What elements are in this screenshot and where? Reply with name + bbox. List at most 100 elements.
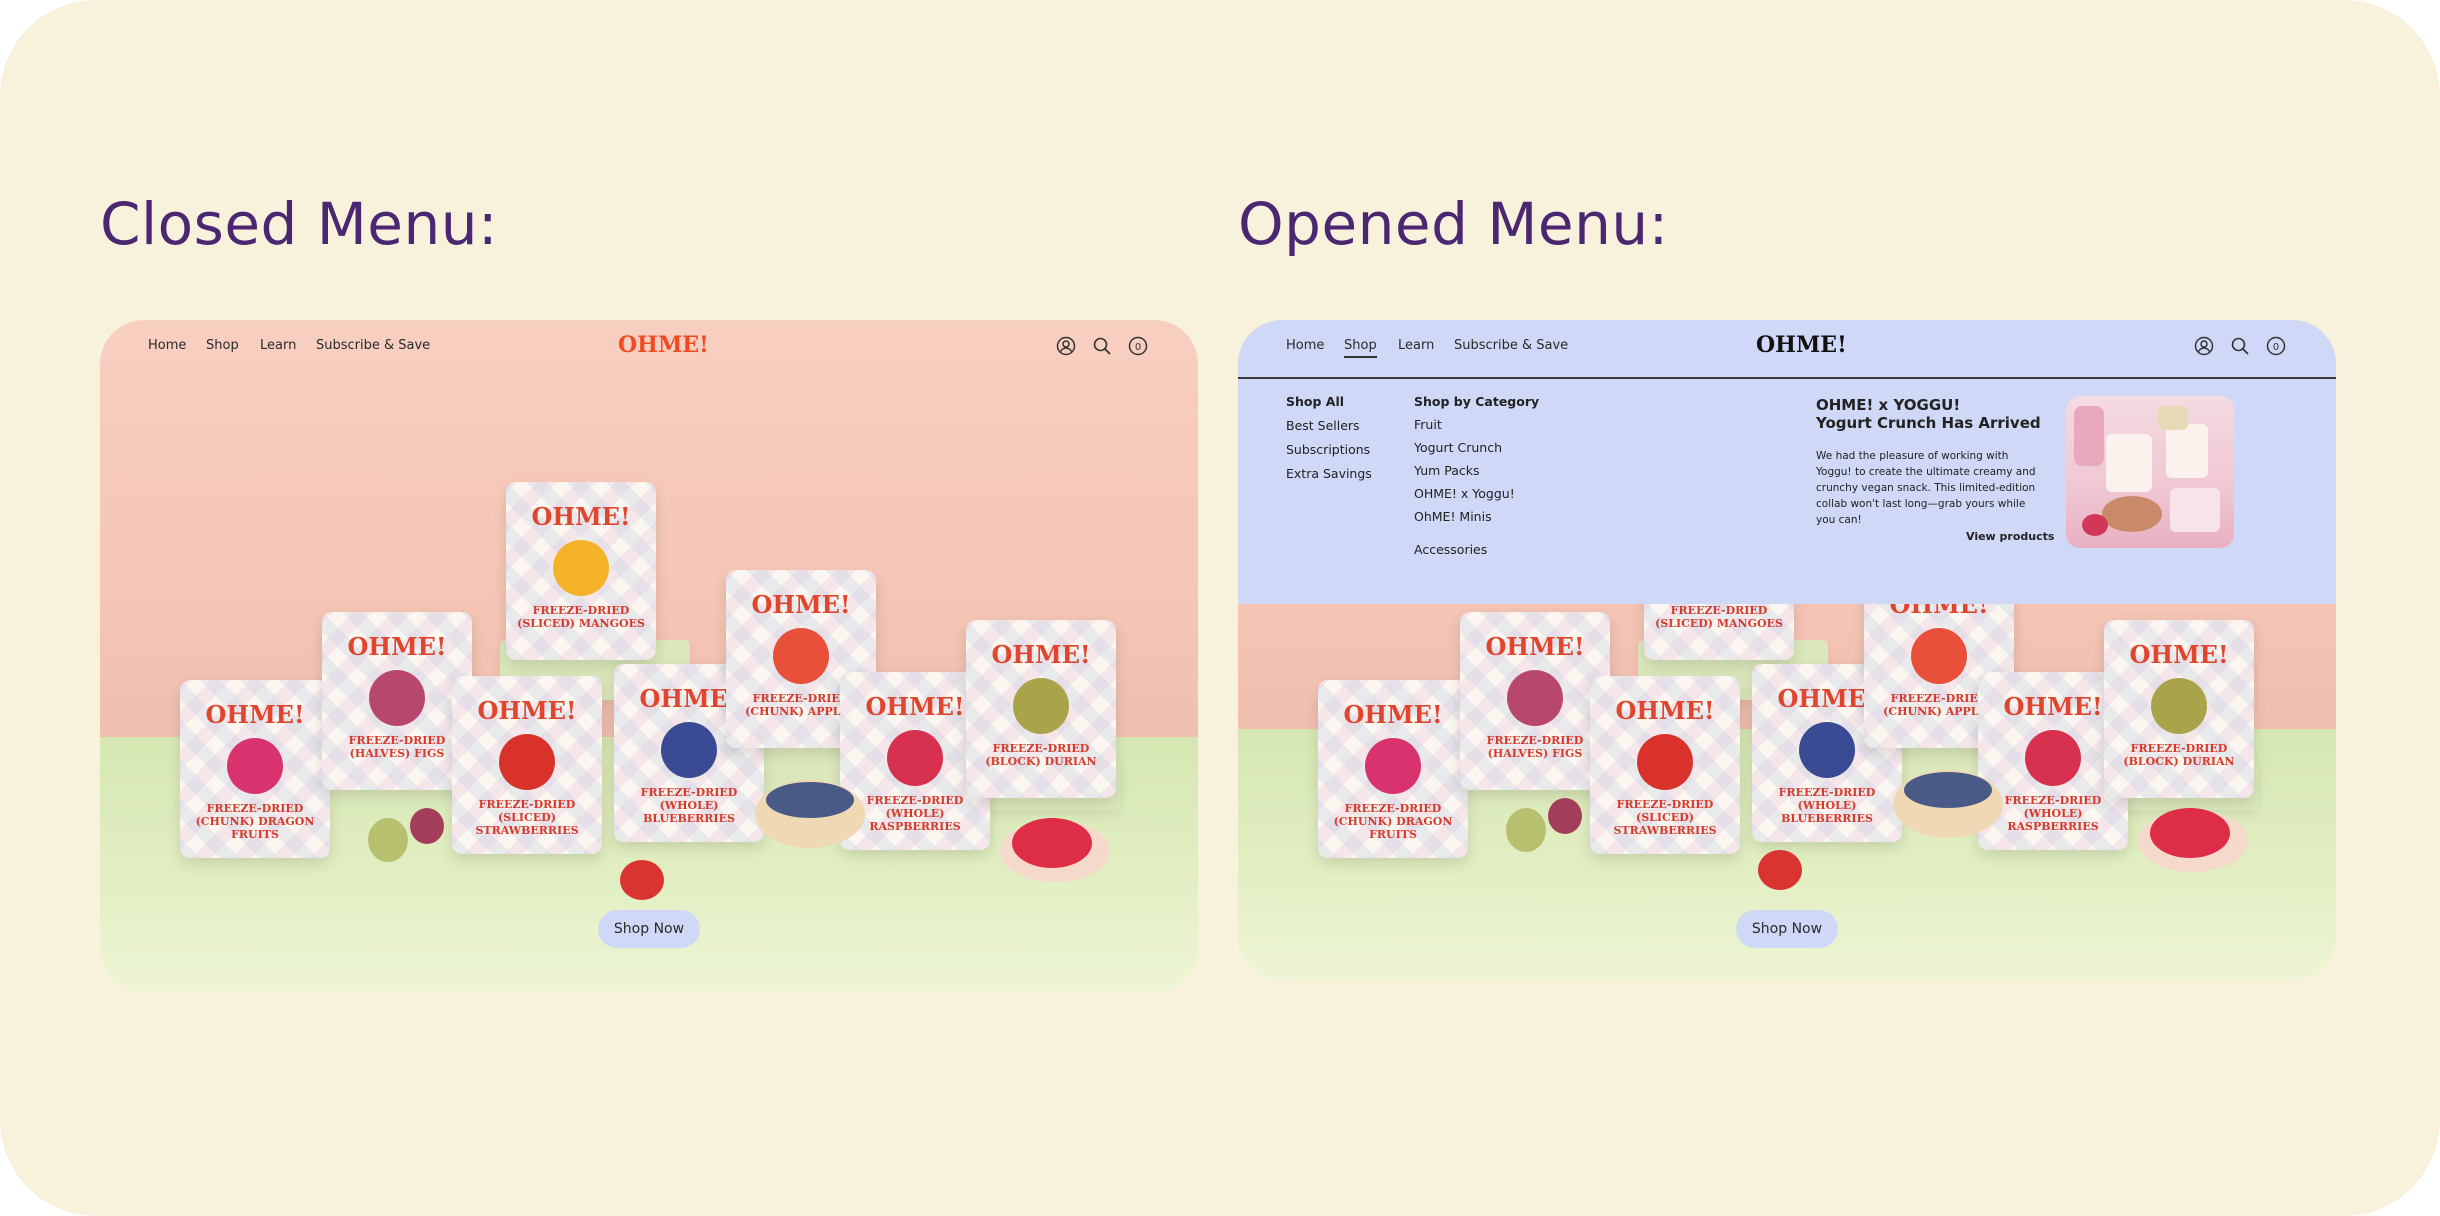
bag-logo: OHME! xyxy=(477,696,577,725)
menu-yum-packs[interactable]: Yum Packs xyxy=(1414,463,1480,478)
product-bag: OHME! FREEZE-DRIED (BLOCK) DURIAN xyxy=(2104,620,2254,798)
account-icon[interactable] xyxy=(1056,336,1076,356)
canvas: Closed Menu: Opened Menu: OHME! FREEZE-DR… xyxy=(0,0,2440,1216)
bag-logo: OHME! xyxy=(1485,632,1585,661)
bag-fruit-image xyxy=(369,670,425,726)
nav-home[interactable]: Home xyxy=(1286,338,1324,353)
fig xyxy=(1548,798,1582,834)
bag-fruit-image xyxy=(1799,722,1855,778)
menu-ohme-minis[interactable]: OhME! Minis xyxy=(1414,509,1492,524)
promo-food xyxy=(2102,496,2162,532)
closed-menu-frame: OHME! FREEZE-DRIED (CHUNK) DRAGON FRUITS O… xyxy=(100,320,1198,992)
bag-fruit-image xyxy=(2025,730,2081,786)
fig xyxy=(410,808,444,844)
bag-product-name: FREEZE-DRIED (WHOLE) RASPBERRIES xyxy=(2004,794,2102,833)
bag-logo: OHME! xyxy=(531,502,631,531)
bag-fruit-image xyxy=(227,738,283,794)
menu-shop-all[interactable]: Shop All xyxy=(1286,394,1344,409)
bag-product-name: FREEZE-DRIED (SLICED) STRAWBERRIES xyxy=(475,798,579,837)
menu-yogurt-crunch[interactable]: Yogurt Crunch xyxy=(1414,440,1502,455)
promo-berries xyxy=(2082,514,2108,536)
view-products-link[interactable]: View products xyxy=(1966,530,2054,543)
product-bag: OHME! FREEZE-DRIED (HALVES) FIGS xyxy=(322,612,472,790)
bag-logo: OHME! xyxy=(751,590,851,619)
brand-logo[interactable]: OHME! xyxy=(1756,332,1847,358)
nav-shop[interactable]: Shop xyxy=(206,338,239,353)
account-icon[interactable] xyxy=(2194,336,2214,356)
cart-count: 0 xyxy=(2273,342,2279,353)
bag-product-name: FREEZE-DRIED (SLICED) MANGOES xyxy=(1655,604,1783,630)
promo-image[interactable] xyxy=(2066,396,2234,548)
blueberries xyxy=(766,782,854,818)
bag-logo: OHME! xyxy=(1615,696,1715,725)
closed-menu-title: Closed Menu: xyxy=(100,190,499,258)
nav-subscribe[interactable]: Subscribe & Save xyxy=(1454,338,1568,353)
product-bag: OHME! FREEZE-DRIED (CHUNK) DRAGON FRUITS xyxy=(180,680,330,858)
bag-fruit-image xyxy=(661,722,717,778)
shop-now-button[interactable]: Shop Now xyxy=(598,910,700,948)
nav-shop-active[interactable]: Shop xyxy=(1344,338,1377,358)
top-nav: Home Shop Learn Subscribe & Save OHME! 0 xyxy=(1238,320,2336,376)
nav-learn[interactable]: Learn xyxy=(260,338,296,353)
bag-fruit-image xyxy=(1013,678,1069,734)
promo-bag xyxy=(2106,434,2152,492)
bag-product-name: FREEZE-DRIED (CHUNK) DRAGON FRUITS xyxy=(1333,802,1453,841)
promo-title-line2: Yogurt Crunch Has Arrived xyxy=(1816,414,2041,432)
product-bag: OHME! FREEZE-DRIED (SLICED) STRAWBERRIES xyxy=(1590,676,1740,854)
search-icon[interactable] xyxy=(1092,336,1112,356)
bag-fruit-image xyxy=(1637,734,1693,790)
menu-accessories[interactable]: Accessories xyxy=(1414,542,1487,557)
bag-product-name: FREEZE-DRIED (BLOCK) DURIAN xyxy=(985,742,1097,768)
bag-logo: OHME! xyxy=(1343,700,1443,729)
menu-divider xyxy=(1238,377,2336,379)
brand-logo[interactable]: OHME! xyxy=(618,332,709,358)
bag-logo: OHME! xyxy=(205,700,305,729)
bag-product-name: FREEZE-DRIED (BLOCK) DURIAN xyxy=(2123,742,2235,768)
search-icon[interactable] xyxy=(2230,336,2250,356)
promo-body: We had the pleasure of working with Yogg… xyxy=(1816,450,2036,526)
menu-best-sellers[interactable]: Best Sellers xyxy=(1286,418,1360,433)
opened-menu-frame: OHME! FREEZE-DRIED (CHUNK) DRAGON FRUITS O… xyxy=(1238,320,2336,980)
promo-bottle xyxy=(2074,406,2104,466)
bag-product-name: FREEZE-DRIED (HALVES) FIGS xyxy=(1486,734,1584,760)
bag-logo: OHME! xyxy=(347,632,447,661)
bag-fruit-image xyxy=(553,540,609,596)
menu-extra-savings[interactable]: Extra Savings xyxy=(1286,466,1372,481)
product-bag: OHME! FREEZE-DRIED (BLOCK) DURIAN xyxy=(966,620,1116,798)
bag-fruit-image xyxy=(2151,678,2207,734)
strawberry xyxy=(620,860,664,900)
product-bag: OHME! FREEZE-DRIED (HALVES) FIGS xyxy=(1460,612,1610,790)
promo-bag xyxy=(2166,424,2208,478)
bag-fruit-image xyxy=(1911,628,1967,684)
product-bag: OHME! FREEZE-DRIED (SLICED) STRAWBERRIES xyxy=(452,676,602,854)
cart-icon[interactable]: 0 xyxy=(2266,336,2286,356)
product-bag: OHME! FREEZE-DRIED (SLICED) MANGOES xyxy=(506,482,656,660)
cart-icon[interactable]: 0 xyxy=(1128,336,1148,356)
nav-home[interactable]: Home xyxy=(148,338,186,353)
shop-now-button[interactable]: Shop Now xyxy=(1736,910,1838,948)
opened-menu-title: Opened Menu: xyxy=(1238,190,1669,258)
product-bag: OHME! FREEZE-DRIED (CHUNK) DRAGON FRUITS xyxy=(1318,680,1468,858)
bag-fruit-image xyxy=(887,730,943,786)
nav-subscribe[interactable]: Subscribe & Save xyxy=(316,338,430,353)
bag-product-name: FREEZE-DRIED (HALVES) FIGS xyxy=(348,734,446,760)
menu-subscriptions[interactable]: Subscriptions xyxy=(1286,442,1370,457)
promo-box xyxy=(2170,488,2220,532)
bag-logo: OHME! xyxy=(991,640,1091,669)
menu-fruit[interactable]: Fruit xyxy=(1414,417,1442,432)
bag-product-name: FREEZE-DRIED (WHOLE) BLUEBERRIES xyxy=(1778,786,1876,825)
bag-fruit-image xyxy=(1365,738,1421,794)
top-nav: Home Shop Learn Subscribe & Save OHME! 0 xyxy=(100,320,1198,376)
bag-product-name: FREEZE-DRIED (SLICED) MANGOES xyxy=(517,604,645,630)
menu-shop-by-category[interactable]: Shop by Category xyxy=(1414,394,1539,409)
strawberry xyxy=(1758,850,1802,890)
blueberries xyxy=(1904,772,1992,808)
promo-title-line1: OHME! x YOGGU! xyxy=(1816,396,1961,414)
hero-scene: OHME! FREEZE-DRIED (CHUNK) DRAGON FRUITS O… xyxy=(100,320,1198,992)
nav-learn[interactable]: Learn xyxy=(1398,338,1434,353)
raspberries xyxy=(1012,818,1092,868)
bag-product-name: FREEZE-DRIED (WHOLE) BLUEBERRIES xyxy=(640,786,738,825)
fig xyxy=(368,818,408,862)
bag-logo: OHME! xyxy=(2129,640,2229,669)
menu-ohme-x-yoggu[interactable]: OHME! x Yoggu! xyxy=(1414,486,1515,501)
